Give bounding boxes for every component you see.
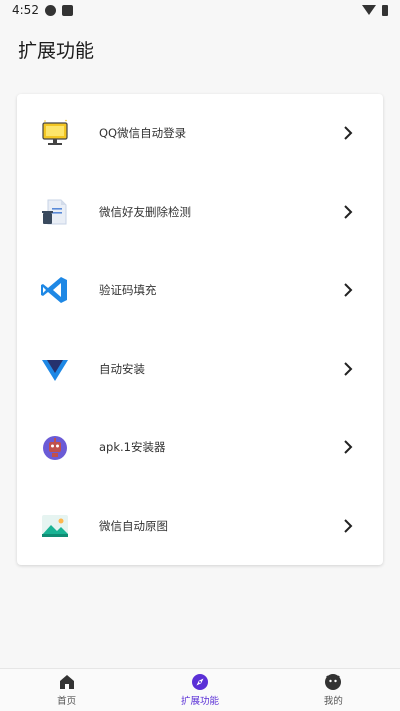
tab-label: 扩展功能 [180, 696, 219, 707]
feature-label: 验证码填充 [99, 283, 157, 298]
feature-row-qq-wechat-login[interactable]: QQ微信自动登录 [17, 94, 383, 173]
chevron-right-icon [344, 283, 353, 297]
compass-icon [191, 674, 208, 690]
feature-label: 自动安装 [99, 361, 145, 376]
chevron-right-icon [344, 126, 353, 140]
battery-icon [382, 4, 388, 16]
feature-row-auto-install[interactable]: 自动安装 [17, 330, 383, 409]
chevron-right-icon [344, 362, 353, 376]
feature-row-friend-delete-check[interactable]: 微信好友删除检测 [17, 173, 383, 252]
page-title: 扩展功能 [18, 40, 95, 62]
chevron-right-icon [344, 519, 353, 533]
notification-icon [44, 4, 56, 16]
tab-extensions[interactable]: 扩展功能 [133, 669, 266, 711]
bottom-navigation: 首页 扩展功能 我的 [0, 668, 400, 711]
wifi-icon [362, 5, 376, 15]
tab-home[interactable]: 首页 [0, 669, 133, 711]
status-bar: 4:52 [0, 0, 400, 20]
home-icon [59, 675, 74, 689]
feature-label: apk.1安装器 [99, 440, 166, 455]
chevron-right-icon [344, 440, 353, 454]
feature-row-captcha-fill[interactable]: 验证码填充 [17, 251, 383, 330]
triangle-icon [39, 353, 71, 385]
tab-label: 首页 [57, 696, 77, 707]
image-icon [39, 510, 71, 542]
tab-mine[interactable]: 我的 [267, 669, 400, 711]
document-trash-icon [39, 196, 71, 228]
tab-label: 我的 [323, 696, 343, 707]
feature-label: 微信自动原图 [99, 518, 168, 533]
app-notification-icon [61, 4, 73, 16]
feature-label: QQ微信自动登录 [99, 126, 187, 141]
robot-icon [39, 431, 71, 463]
monitor-icon [39, 117, 71, 149]
feature-label: 微信好友删除检测 [99, 204, 191, 219]
face-icon [325, 674, 342, 690]
status-time: 4:52 [12, 3, 39, 17]
chevron-right-icon [344, 205, 353, 219]
feature-row-apk-installer[interactable]: apk.1安装器 [17, 408, 383, 487]
vscode-icon [39, 274, 71, 306]
feature-row-wechat-original-image[interactable]: 微信自动原图 [17, 487, 383, 566]
feature-list-card: QQ微信自动登录 微信好友删除检测 验证码填充 自动安装 apk.1安装器 微信… [17, 94, 383, 565]
